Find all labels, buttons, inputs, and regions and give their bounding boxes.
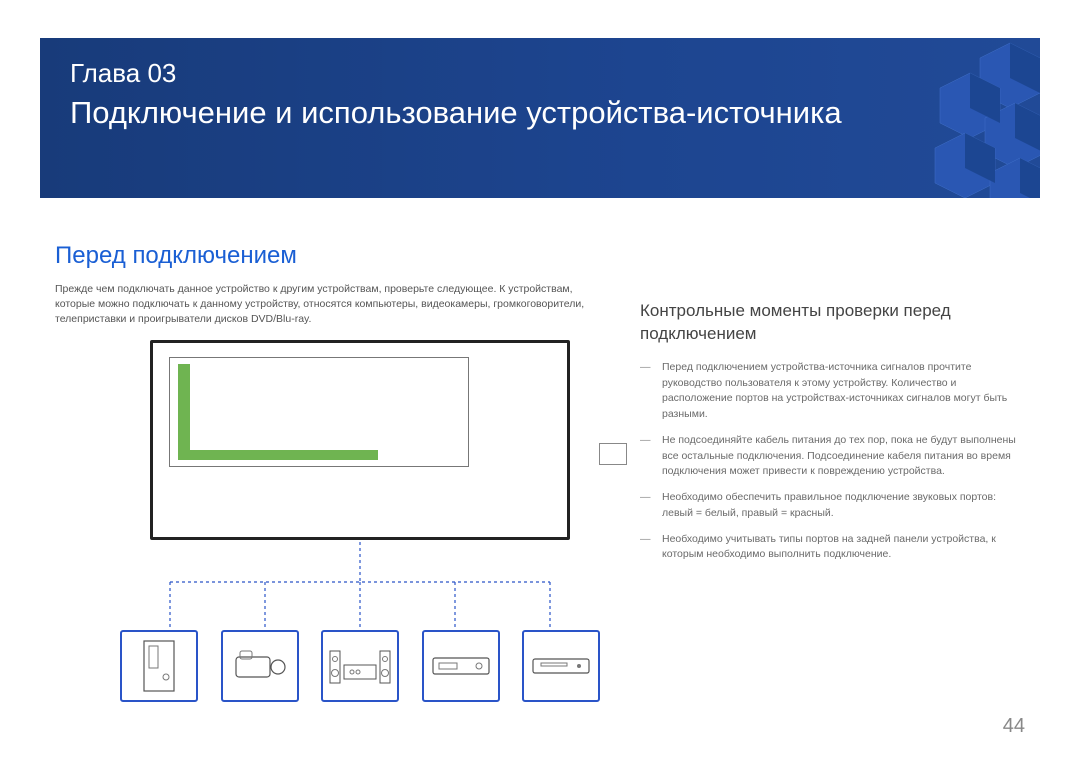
chapter-hero: Глава 03 Подключение и использование уст… — [40, 38, 1040, 198]
list-text: Не подсоединяйте кабель питания до тех п… — [662, 433, 1025, 480]
list-item: ― Необходимо учитывать типы портов на за… — [640, 532, 1025, 564]
monitor-back-icon — [150, 340, 570, 540]
device-row — [120, 630, 600, 702]
list-item: ― Не подсоединяйте кабель питания до тех… — [640, 433, 1025, 480]
dvd-player-icon — [522, 630, 600, 702]
connection-lines — [160, 542, 560, 632]
list-text: Необходимо учитывать типы портов на задн… — [662, 532, 1025, 564]
side-port-icon — [599, 443, 627, 465]
pc-tower-icon — [120, 630, 198, 702]
dash-icon: ― — [640, 490, 662, 522]
checklist-column: Контрольные моменты проверки перед подкл… — [640, 300, 1025, 573]
settop-box-icon — [422, 630, 500, 702]
dash-icon: ― — [640, 532, 662, 564]
section-title: Перед подключением — [55, 242, 297, 270]
port-panel — [169, 357, 469, 467]
checklist-heading: Контрольные моменты проверки перед подкл… — [640, 300, 1025, 346]
list-item: ― Необходимо обеспечить правильное подкл… — [640, 490, 1025, 522]
connection-diagram — [120, 340, 600, 710]
cube-decoration-icon — [840, 38, 1040, 198]
page-number: 44 — [1003, 715, 1025, 738]
dash-icon: ― — [640, 433, 662, 480]
dash-icon: ― — [640, 360, 662, 423]
intro-paragraph: Прежде чем подключать данное устройство … — [55, 282, 615, 328]
list-text: Перед подключением устройства-источника … — [662, 360, 1025, 423]
camcorder-icon — [221, 630, 299, 702]
speaker-system-icon — [321, 630, 399, 702]
checklist: ― Перед подключением устройства-источник… — [640, 360, 1025, 563]
list-text: Необходимо обеспечить правильное подключ… — [662, 490, 1025, 522]
list-item: ― Перед подключением устройства-источник… — [640, 360, 1025, 423]
